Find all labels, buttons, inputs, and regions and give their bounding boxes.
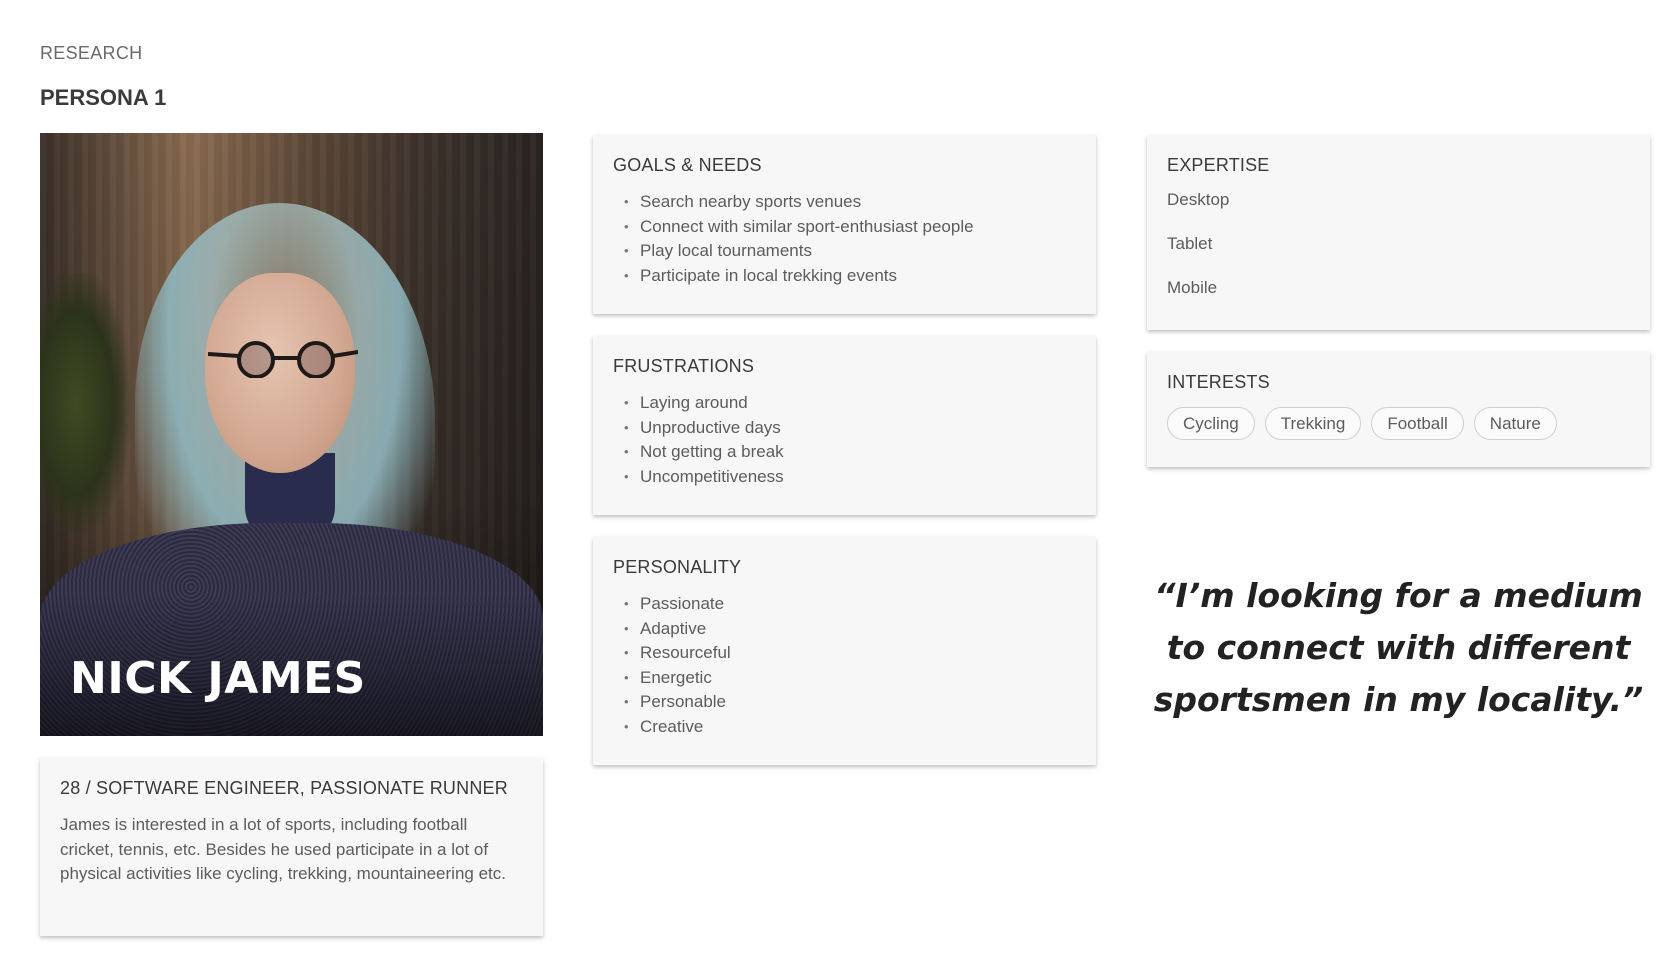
frustrations-title: FRUSTRATIONS <box>613 356 755 376</box>
frustrations-card: FRUSTRATIONS Laying around Unproductive … <box>593 336 1096 515</box>
expertise-card: EXPERTISE Desktop Tablet Mobile <box>1147 135 1650 330</box>
list-item: Not getting a break <box>624 440 1076 465</box>
list-item: Personable <box>624 690 1076 715</box>
list-item: Laying around <box>624 391 1076 416</box>
bio-title: 28 / SOFTWARE ENGINEER, PASSIONATE RUNNE… <box>60 778 508 798</box>
section-label: RESEARCH <box>40 43 143 63</box>
persona-name: NICK JAMES <box>70 653 366 704</box>
list-item: Connect with similar sport-enthusiast pe… <box>624 215 1076 240</box>
goals-title: GOALS & NEEDS <box>613 155 762 175</box>
personality-list: Passionate Adaptive Resourceful Energeti… <box>613 592 1076 739</box>
interest-chip-cycling: Cycling <box>1167 407 1255 440</box>
expertise-item-tablet: Tablet <box>1167 234 1213 253</box>
interest-chip-nature: Nature <box>1473 407 1557 440</box>
goals-list: Search nearby sports venues Connect with… <box>613 190 1076 288</box>
interest-chip-trekking: Trekking <box>1264 407 1362 440</box>
list-item: Resourceful <box>624 641 1076 666</box>
personality-card: PERSONALITY Passionate Adaptive Resource… <box>593 537 1096 765</box>
list-item: Participate in local trekking events <box>624 264 1076 289</box>
interests-title: INTERESTS <box>1167 372 1270 392</box>
bio-text: James is interested in a lot of sports, … <box>60 815 506 883</box>
list-item: Adaptive <box>624 617 1076 642</box>
bio-card: 28 / SOFTWARE ENGINEER, PASSIONATE RUNNE… <box>40 758 543 936</box>
goals-card: GOALS & NEEDS Search nearby sports venue… <box>593 135 1096 314</box>
page-title: PERSONA 1 <box>40 85 167 110</box>
list-item: Play local tournaments <box>624 239 1076 264</box>
list-item: Creative <box>624 715 1076 740</box>
interests-card: INTERESTS Cycling Trekking Football Natu… <box>1147 352 1650 467</box>
list-item: Uncompetitiveness <box>624 465 1076 490</box>
persona-photo: NICK JAMES <box>40 133 543 736</box>
list-item: Unproductive days <box>624 416 1076 441</box>
list-item: Passionate <box>624 592 1076 617</box>
interest-chips: Cycling Trekking Football Nature <box>1167 407 1630 440</box>
persona-quote: “I’m looking for a medium to connect wit… <box>1153 576 1644 719</box>
personality-title: PERSONALITY <box>613 557 742 577</box>
list-item: Energetic <box>624 666 1076 691</box>
expertise-item-mobile: Mobile <box>1167 278 1218 297</box>
expertise-item-desktop: Desktop <box>1167 190 1230 209</box>
expertise-title: EXPERTISE <box>1167 155 1270 175</box>
interest-chip-football: Football <box>1371 407 1464 440</box>
glasses-icon <box>208 341 358 378</box>
frustrations-list: Laying around Unproductive days Not gett… <box>613 391 1076 489</box>
list-item: Search nearby sports venues <box>624 190 1076 215</box>
